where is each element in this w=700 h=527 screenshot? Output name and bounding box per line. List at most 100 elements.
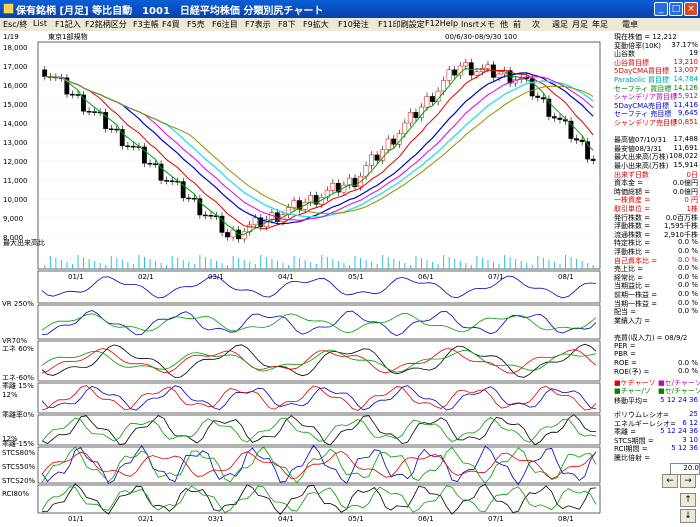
menu-item-8[interactable]: F7表示 bbox=[245, 19, 271, 30]
ene-label-top: エネ 60% bbox=[2, 345, 34, 353]
nav-right-button[interactable]: → bbox=[680, 474, 696, 488]
candle-body bbox=[147, 163, 153, 165]
menu-item-17[interactable]: 次 bbox=[532, 19, 540, 30]
candle-body bbox=[252, 217, 258, 226]
menu-item-6[interactable]: F5売 bbox=[187, 19, 205, 30]
stcs-line-red bbox=[41, 385, 597, 411]
legend-item-2: ■チャー/ソ bbox=[614, 387, 651, 395]
menu-item-11[interactable]: F10発注 bbox=[338, 19, 369, 30]
info-value-38: 0.0 % bbox=[677, 358, 698, 367]
candle-body bbox=[579, 139, 585, 142]
ma-line-green bbox=[44, 67, 594, 236]
candle-body bbox=[191, 197, 197, 200]
menu-item-20[interactable]: 年足 bbox=[592, 19, 608, 30]
menu-item-4[interactable]: F3主帳 bbox=[133, 19, 159, 30]
param-value-4: 5 12 36 bbox=[671, 444, 698, 453]
candle-body bbox=[92, 111, 97, 113]
menu-item-7[interactable]: F6注目 bbox=[212, 19, 238, 30]
stcs-label-20: STCS20% bbox=[2, 477, 36, 485]
candle-body bbox=[186, 197, 192, 200]
close-button[interactable]: × bbox=[684, 2, 698, 16]
ene-line-green bbox=[41, 313, 597, 334]
kairi-label-12a: 12% bbox=[2, 391, 18, 399]
price-tick-1: 17,000 bbox=[3, 63, 28, 71]
market-group: 東京1部規物 bbox=[48, 32, 87, 41]
stock-chart-area[interactable]: 1/19 00/6/30-08/9/30 100 東京1部規物 18,000 17,00… bbox=[0, 31, 612, 527]
candle-body bbox=[396, 133, 402, 145]
menu-item-18[interactable]: 週足 bbox=[552, 19, 568, 30]
candle-body bbox=[485, 64, 491, 69]
candle-body bbox=[496, 73, 502, 78]
vr-line bbox=[41, 275, 597, 299]
candle-body bbox=[391, 138, 397, 145]
menu-item-3[interactable]: F2銘柄区分 bbox=[85, 19, 127, 30]
month-label-bottom-5: 06/1 bbox=[418, 515, 434, 523]
candle-body bbox=[407, 112, 413, 124]
candle-body bbox=[225, 232, 230, 238]
info-value-32: 0.0 % bbox=[677, 307, 698, 316]
minimize-button[interactable]: _ bbox=[654, 2, 668, 16]
info-value-25: 0.0 % bbox=[677, 247, 698, 255]
candle-body bbox=[380, 149, 386, 161]
candle-body bbox=[125, 145, 131, 148]
candle-body bbox=[330, 182, 336, 191]
info-value-2: 19 bbox=[689, 49, 698, 58]
nav-up-button[interactable]: ↑ bbox=[680, 493, 696, 507]
maximize-button[interactable]: □ bbox=[669, 2, 683, 16]
menu-item-14[interactable]: Insrtメモ bbox=[461, 19, 495, 30]
menu-item-15[interactable]: 他 bbox=[500, 19, 508, 30]
stcs-label-80: STCS80% bbox=[2, 449, 36, 457]
info-label-36: PER = bbox=[614, 341, 636, 350]
menu-item-5[interactable]: F4買 bbox=[162, 19, 180, 30]
info-value-14: 108,022 bbox=[669, 152, 698, 161]
menu-item-16[interactable]: 前 bbox=[513, 19, 521, 30]
month-label-top-7: 08/1 bbox=[558, 273, 574, 281]
price-tick-2: 16,000 bbox=[3, 82, 28, 90]
menu-item-1[interactable]: List bbox=[33, 19, 47, 28]
stcs-line-blue bbox=[41, 385, 597, 411]
info-value-13: 11,691 bbox=[673, 143, 699, 152]
menu-item-12[interactable]: F11印刷設定 bbox=[378, 19, 425, 30]
info-value-24: 0.0 % bbox=[677, 238, 698, 247]
candle-body bbox=[130, 145, 136, 148]
info-label-33: 業績入力 = bbox=[614, 316, 651, 325]
candle-body bbox=[463, 62, 469, 67]
kairi-line-red bbox=[41, 348, 597, 374]
info-value-5: 14,784 bbox=[673, 75, 699, 83]
ma-values: 5 12 24 36 bbox=[660, 396, 698, 404]
candle-body bbox=[551, 116, 557, 119]
price-tick-4: 14,000 bbox=[3, 120, 28, 128]
candle-body bbox=[42, 69, 48, 77]
panel-frame-2 bbox=[37, 304, 601, 340]
param-value-2: 5 12 24 36 bbox=[660, 427, 698, 436]
price-tick-7: 11,000 bbox=[3, 177, 28, 185]
date-range: 00/6/30-08/9/30 100 bbox=[445, 33, 517, 41]
price-tick-8: 10,000 bbox=[3, 196, 28, 204]
candle-body bbox=[413, 112, 419, 118]
candle-body bbox=[557, 117, 563, 120]
menu-item-0[interactable]: Esc/終 bbox=[3, 19, 27, 30]
nav-down-button[interactable]: ↓ bbox=[680, 509, 696, 523]
zoom-field[interactable]: 20.0 bbox=[670, 462, 700, 475]
param-value-3: 3 10 bbox=[682, 435, 698, 444]
panel-frame-1 bbox=[37, 270, 601, 304]
month-label-top-4: 05/1 bbox=[348, 273, 364, 281]
menu-item-10[interactable]: F9拡大 bbox=[303, 19, 329, 30]
menu-item-9[interactable]: F8下 bbox=[278, 19, 296, 30]
menu-item-21[interactable]: 電卓 bbox=[622, 19, 638, 30]
price-tick-0: 18,000 bbox=[3, 44, 28, 52]
info-value-39: 0.0 % bbox=[677, 367, 698, 376]
candle-body bbox=[446, 69, 452, 81]
month-label-bottom-3: 04/1 bbox=[278, 515, 294, 523]
nav-left-button[interactable]: ← bbox=[662, 474, 678, 488]
kairi-line-green bbox=[41, 349, 597, 373]
candle-body bbox=[169, 180, 175, 183]
kairi-label-0: 乖離率0% bbox=[2, 410, 34, 419]
candle-body bbox=[81, 94, 86, 112]
info-value-6: 14,126 bbox=[673, 83, 699, 92]
menu-item-13[interactable]: F12Help bbox=[425, 19, 458, 28]
menu-item-19[interactable]: 月足 bbox=[572, 19, 588, 30]
menu-item-2[interactable]: F1記入 bbox=[55, 19, 81, 30]
info-value-4: 13,007 bbox=[673, 66, 699, 75]
price-tick-3: 15,000 bbox=[3, 101, 28, 109]
